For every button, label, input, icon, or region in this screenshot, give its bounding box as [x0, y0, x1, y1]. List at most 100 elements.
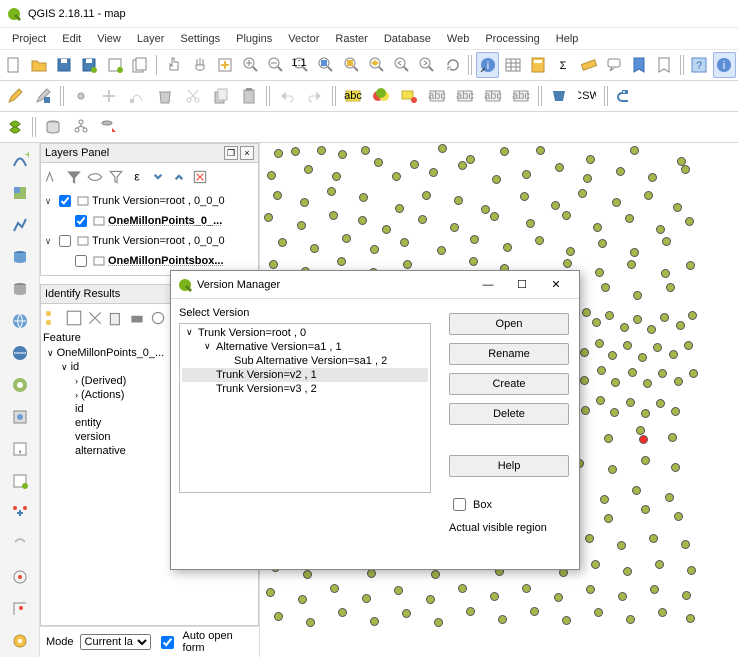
add-db2-icon[interactable]	[6, 307, 34, 335]
label-rules-icon[interactable]	[368, 83, 394, 109]
identify-settings-icon[interactable]	[148, 308, 168, 328]
layer-collapse-icon[interactable]	[169, 167, 189, 187]
rename-button[interactable]: Rename	[449, 343, 569, 365]
zoom-last-icon[interactable]	[391, 52, 414, 78]
version-row[interactable]: Trunk Version=v2 , 1	[182, 368, 428, 382]
pan-icon[interactable]	[188, 52, 211, 78]
menu-view[interactable]: View	[91, 31, 127, 47]
box-checkbox[interactable]	[453, 498, 466, 511]
coord-icon[interactable]	[6, 595, 34, 623]
cut-icon[interactable]	[180, 83, 206, 109]
label-change-icon[interactable]: abc	[508, 83, 534, 109]
menu-settings[interactable]: Settings	[174, 31, 226, 47]
map-tips-icon[interactable]	[602, 52, 625, 78]
help-icon[interactable]: ?	[688, 52, 711, 78]
version-tree-icon[interactable]	[68, 114, 94, 140]
close-button[interactable]: ✕	[539, 274, 573, 296]
menu-project[interactable]: Project	[6, 31, 52, 47]
box-checkbox-row[interactable]: Box	[449, 495, 569, 514]
csw-icon[interactable]: CSW	[574, 83, 600, 109]
menu-raster[interactable]: Raster	[329, 31, 373, 47]
minimize-button[interactable]: —	[471, 274, 505, 296]
metasearch-icon[interactable]	[546, 83, 572, 109]
undock-icon[interactable]: ❐	[224, 146, 238, 160]
menu-edit[interactable]: Edit	[56, 31, 87, 47]
save-edits-icon[interactable]	[30, 83, 56, 109]
close-icon[interactable]: ×	[240, 146, 254, 160]
identify-table-icon[interactable]	[64, 308, 84, 328]
zoom-native-icon[interactable]: 1:1	[289, 52, 312, 78]
field-calc-icon[interactable]	[526, 52, 549, 78]
db-manager-icon[interactable]	[40, 114, 66, 140]
pan-selection-icon[interactable]	[214, 52, 237, 78]
menu-plugins[interactable]: Plugins	[230, 31, 278, 47]
label-rotate-icon[interactable]: abc	[480, 83, 506, 109]
add-wcs-icon[interactable]	[6, 403, 34, 431]
bookmarks-icon[interactable]	[653, 52, 676, 78]
node-tool-icon[interactable]	[124, 83, 150, 109]
menu-database[interactable]: Database	[378, 31, 437, 47]
zoom-next-icon[interactable]	[416, 52, 439, 78]
add-csv-icon[interactable]	[6, 467, 34, 495]
help-button[interactable]: Help	[449, 455, 569, 477]
layer-row[interactable]: ∨Trunk Version=root , 0_0_0	[43, 231, 256, 251]
add-postgis-icon[interactable]	[6, 243, 34, 271]
menu-processing[interactable]: Processing	[479, 31, 545, 47]
add-oracle-icon[interactable]	[6, 339, 34, 367]
identify-clear-icon[interactable]	[85, 308, 105, 328]
move-feature-icon[interactable]	[96, 83, 122, 109]
add-vector-icon[interactable]: +	[6, 147, 34, 175]
delete-selected-icon[interactable]	[152, 83, 178, 109]
layer-filter-icon[interactable]	[64, 167, 84, 187]
refresh-icon[interactable]	[441, 52, 464, 78]
menu-layer[interactable]: Layer	[131, 31, 171, 47]
identify-print-icon[interactable]	[127, 308, 147, 328]
version-row[interactable]: Sub Alternative Version=sa1 , 2	[182, 354, 428, 368]
save-as-icon[interactable]	[78, 52, 101, 78]
layer-expand-icon[interactable]	[148, 167, 168, 187]
layer-visibility-icon[interactable]	[85, 167, 105, 187]
paste-icon[interactable]	[236, 83, 262, 109]
label-abc-icon[interactable]: abc	[340, 83, 366, 109]
zoom-in-icon[interactable]	[239, 52, 262, 78]
menu-vector[interactable]: Vector	[282, 31, 325, 47]
label-move-icon[interactable]: abc	[452, 83, 478, 109]
open-project-icon[interactable]	[27, 52, 50, 78]
auto-open-checkbox[interactable]	[161, 636, 174, 649]
identify-icon[interactable]: i	[476, 52, 499, 78]
add-raster-icon[interactable]	[6, 179, 34, 207]
topology-icon[interactable]	[2, 114, 28, 140]
statistics-icon[interactable]: Σ	[552, 52, 575, 78]
composer-manager-icon[interactable]	[128, 52, 151, 78]
layer-funnel-icon[interactable]	[106, 167, 126, 187]
undo-icon[interactable]	[274, 83, 300, 109]
new-project-icon[interactable]	[2, 52, 25, 78]
version-action-icon[interactable]	[96, 114, 122, 140]
add-feature-icon[interactable]	[68, 83, 94, 109]
menu-web[interactable]: Web	[441, 31, 475, 47]
edit-toggle-icon[interactable]	[2, 83, 28, 109]
layer-row[interactable]: OneMillonPoints_0_...	[43, 211, 256, 231]
zoom-full-icon[interactable]	[315, 52, 338, 78]
version-row[interactable]: ∨Trunk Version=root , 0	[182, 326, 428, 340]
mode-select[interactable]: Current la	[80, 634, 151, 650]
version-row[interactable]: ∨Alternative Version=a1 , 1	[182, 340, 428, 354]
new-composer-icon[interactable]	[103, 52, 126, 78]
python-icon[interactable]	[612, 83, 638, 109]
processing-icon[interactable]	[6, 627, 34, 655]
layers-tree[interactable]: ∨Trunk Version=root , 0_0_0OneMillonPoin…	[43, 189, 256, 273]
add-mssql-icon[interactable]	[6, 275, 34, 303]
save-icon[interactable]	[53, 52, 76, 78]
layer-row[interactable]: OneMillonPointsbox...	[43, 251, 256, 271]
version-row[interactable]: Trunk Version=v3 , 2	[182, 382, 428, 396]
zoom-layer-icon[interactable]	[365, 52, 388, 78]
maximize-button[interactable]: ☐	[505, 274, 539, 296]
identify-copy-icon[interactable]	[106, 308, 126, 328]
open-button[interactable]: Open	[449, 313, 569, 335]
create-layer-icon[interactable]	[6, 499, 34, 527]
measure-icon[interactable]	[577, 52, 600, 78]
version-tree[interactable]: ∨Trunk Version=root , 0∨Alternative Vers…	[179, 323, 431, 493]
zoom-out-icon[interactable]	[264, 52, 287, 78]
layer-expression-icon[interactable]: ε	[127, 167, 147, 187]
delete-button[interactable]: Delete	[449, 403, 569, 425]
